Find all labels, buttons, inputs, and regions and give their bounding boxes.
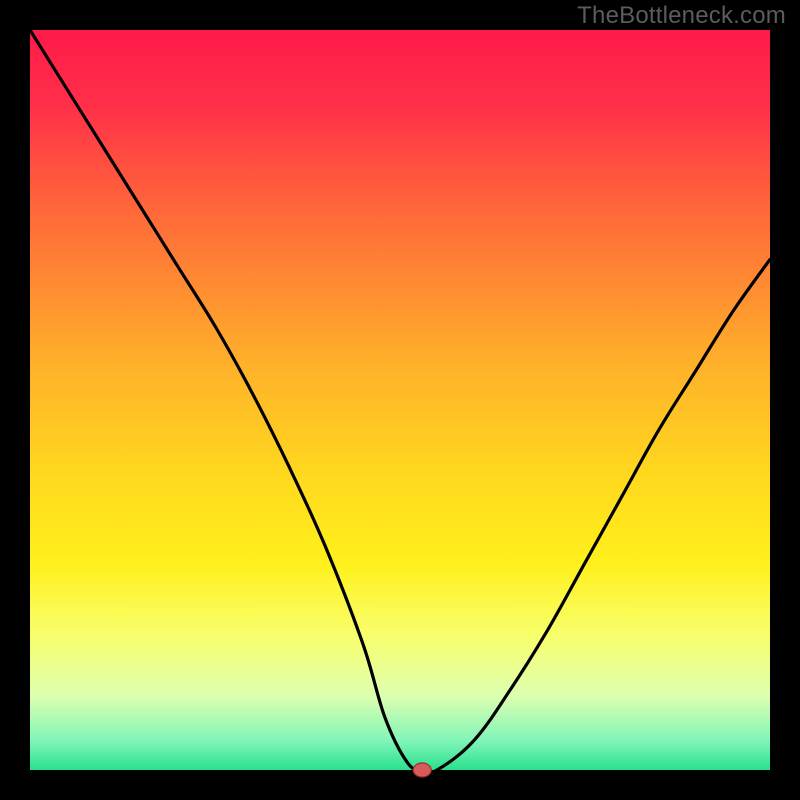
chart-stage: TheBottleneck.com	[0, 0, 800, 800]
watermark-label: TheBottleneck.com	[577, 2, 786, 30]
optimal-point-marker	[413, 763, 431, 777]
bottleneck-chart	[0, 0, 800, 800]
plot-background	[30, 30, 770, 770]
